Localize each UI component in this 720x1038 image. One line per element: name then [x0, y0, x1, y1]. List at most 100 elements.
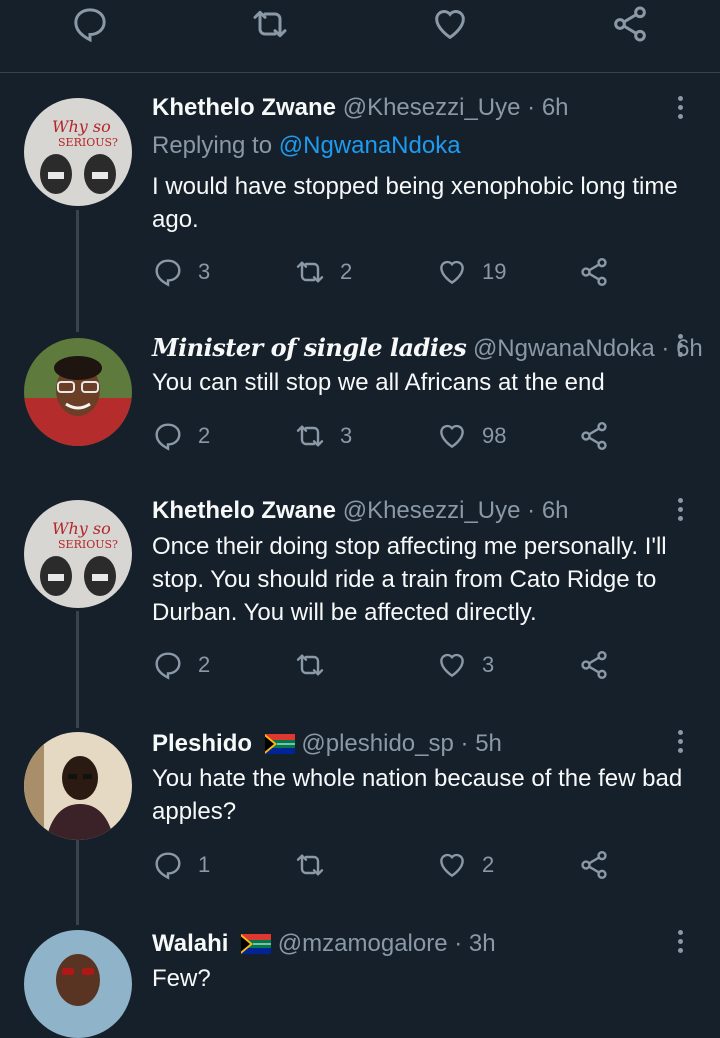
- reply-button[interactable]: 2: [152, 418, 210, 454]
- separator-dot: ·: [454, 930, 463, 957]
- tweet-header: Pleshido @pleshido_sp · 5h: [152, 730, 502, 758]
- heart-icon: [440, 853, 464, 878]
- avatar[interactable]: [24, 732, 132, 840]
- comment-icon: [155, 259, 181, 287]
- thread-line: [76, 611, 79, 728]
- display-name[interactable]: Minister of single ladies: [152, 333, 467, 362]
- reply-button[interactable]: 1: [152, 847, 210, 883]
- like-count: 2: [482, 852, 495, 877]
- tweet-text: I would have stopped being xenophobic lo…: [152, 173, 678, 233]
- retweet-icon: [296, 854, 324, 876]
- share-button[interactable]: [578, 847, 610, 883]
- heart-icon: [440, 260, 464, 285]
- tweet-text: You hate the whole nation because of the…: [152, 765, 683, 825]
- timestamp[interactable]: 6h: [542, 94, 569, 121]
- svg-text:Why so: Why so: [52, 519, 111, 538]
- thread-line: [76, 210, 79, 332]
- more-options-icon[interactable]: [668, 494, 692, 526]
- retweet-icon[interactable]: [250, 4, 290, 44]
- reply-count: 1: [198, 852, 211, 877]
- share-button[interactable]: [578, 418, 610, 454]
- retweet-count: 2: [340, 259, 353, 284]
- svg-text:SERIOUS?: SERIOUS?: [58, 136, 118, 149]
- replying-to-label: Replying to: [152, 132, 273, 159]
- svg-text:Why so: Why so: [52, 117, 111, 136]
- retweet-button[interactable]: [294, 847, 340, 883]
- tweet-actions: 2 3: [152, 647, 672, 683]
- tweet-header: Walahi @mzamogalore · 3h: [152, 930, 496, 958]
- share-icon[interactable]: [610, 4, 650, 44]
- more-options-icon[interactable]: [668, 330, 692, 362]
- reply-count: 3: [198, 259, 211, 284]
- comment-icon[interactable]: [70, 4, 110, 44]
- timestamp[interactable]: 3h: [469, 930, 496, 957]
- reply-button[interactable]: 2: [152, 647, 210, 683]
- section-divider: [0, 72, 720, 73]
- user-handle[interactable]: @Khesezzi_Uye: [343, 94, 521, 121]
- retweet-button[interactable]: 3: [294, 418, 352, 454]
- svg-text:SERIOUS?: SERIOUS?: [58, 538, 118, 551]
- parent-tweet-actions: [0, 0, 720, 60]
- like-count: 3: [482, 652, 495, 677]
- south-africa-flag-icon: [264, 734, 295, 754]
- comment-icon: [155, 423, 181, 451]
- like-button[interactable]: 2: [436, 847, 494, 883]
- replying-to: Replying to @NgwanaNdoka: [152, 132, 461, 160]
- retweet-button[interactable]: 2: [294, 254, 352, 290]
- share-icon: [581, 258, 607, 286]
- like-count: 98: [482, 423, 507, 448]
- retweet-icon: [296, 425, 324, 447]
- share-button[interactable]: [578, 254, 610, 290]
- reply-count: 2: [198, 652, 211, 677]
- heart-icon: [440, 653, 464, 678]
- replying-to-handle[interactable]: @NgwanaNdoka: [279, 132, 461, 159]
- share-icon: [581, 422, 607, 450]
- reply-count: 2: [198, 423, 211, 448]
- tweet-actions: 2 3 98: [152, 418, 672, 454]
- user-handle[interactable]: @mzamogalore: [278, 930, 448, 957]
- tweet-actions: 1 2: [152, 847, 672, 883]
- timestamp[interactable]: 5h: [475, 730, 502, 757]
- heart-icon[interactable]: [430, 4, 470, 44]
- separator-dot: ·: [460, 730, 469, 757]
- comment-icon: [155, 652, 181, 680]
- more-options-icon[interactable]: [668, 726, 692, 758]
- tweet-text: Once their doing stop affecting me perso…: [152, 533, 667, 626]
- tweet-header: Khethelo Zwane @Khesezzi_Uye · 6h: [152, 94, 569, 122]
- share-icon: [581, 651, 607, 679]
- avatar[interactable]: Why so SERIOUS?: [24, 98, 132, 206]
- retweet-button[interactable]: [294, 647, 340, 683]
- avatar[interactable]: [24, 930, 132, 1038]
- like-button[interactable]: 3: [436, 647, 494, 683]
- comment-icon: [155, 852, 181, 880]
- separator-dot: ·: [527, 94, 536, 121]
- retweet-icon: [296, 261, 324, 283]
- share-button[interactable]: [578, 647, 610, 683]
- like-button[interactable]: 19: [436, 254, 506, 290]
- user-handle[interactable]: @pleshido_sp: [301, 730, 453, 757]
- user-handle[interactable]: @NgwanaNdoka: [473, 335, 655, 362]
- separator-dot: ·: [527, 497, 536, 524]
- user-handle[interactable]: @Khesezzi_Uye: [343, 497, 521, 524]
- tweet-text: Few?: [152, 965, 211, 992]
- display-name[interactable]: Khethelo Zwane: [152, 497, 336, 524]
- display-name[interactable]: Walahi: [152, 930, 228, 957]
- tweet-text: You can still stop we all Africans at th…: [152, 369, 605, 396]
- retweet-icon: [296, 654, 324, 676]
- like-count: 19: [482, 259, 507, 284]
- more-options-icon[interactable]: [668, 926, 692, 958]
- display-name[interactable]: Pleshido: [152, 730, 252, 757]
- display-name[interactable]: Khethelo Zwane: [152, 94, 336, 121]
- south-africa-flag-icon: [241, 934, 272, 954]
- avatar[interactable]: [24, 338, 132, 446]
- like-button[interactable]: 98: [436, 418, 506, 454]
- avatar[interactable]: Why so SERIOUS?: [24, 500, 132, 608]
- tweet-actions: 3 2 19: [152, 254, 672, 290]
- more-options-icon[interactable]: [668, 92, 692, 124]
- retweet-count: 3: [340, 423, 353, 448]
- heart-icon: [440, 424, 464, 449]
- reply-button[interactable]: 3: [152, 254, 210, 290]
- timestamp[interactable]: 6h: [542, 497, 569, 524]
- tweet-header: Khethelo Zwane @Khesezzi_Uye · 6h: [152, 497, 569, 525]
- share-icon: [581, 851, 607, 879]
